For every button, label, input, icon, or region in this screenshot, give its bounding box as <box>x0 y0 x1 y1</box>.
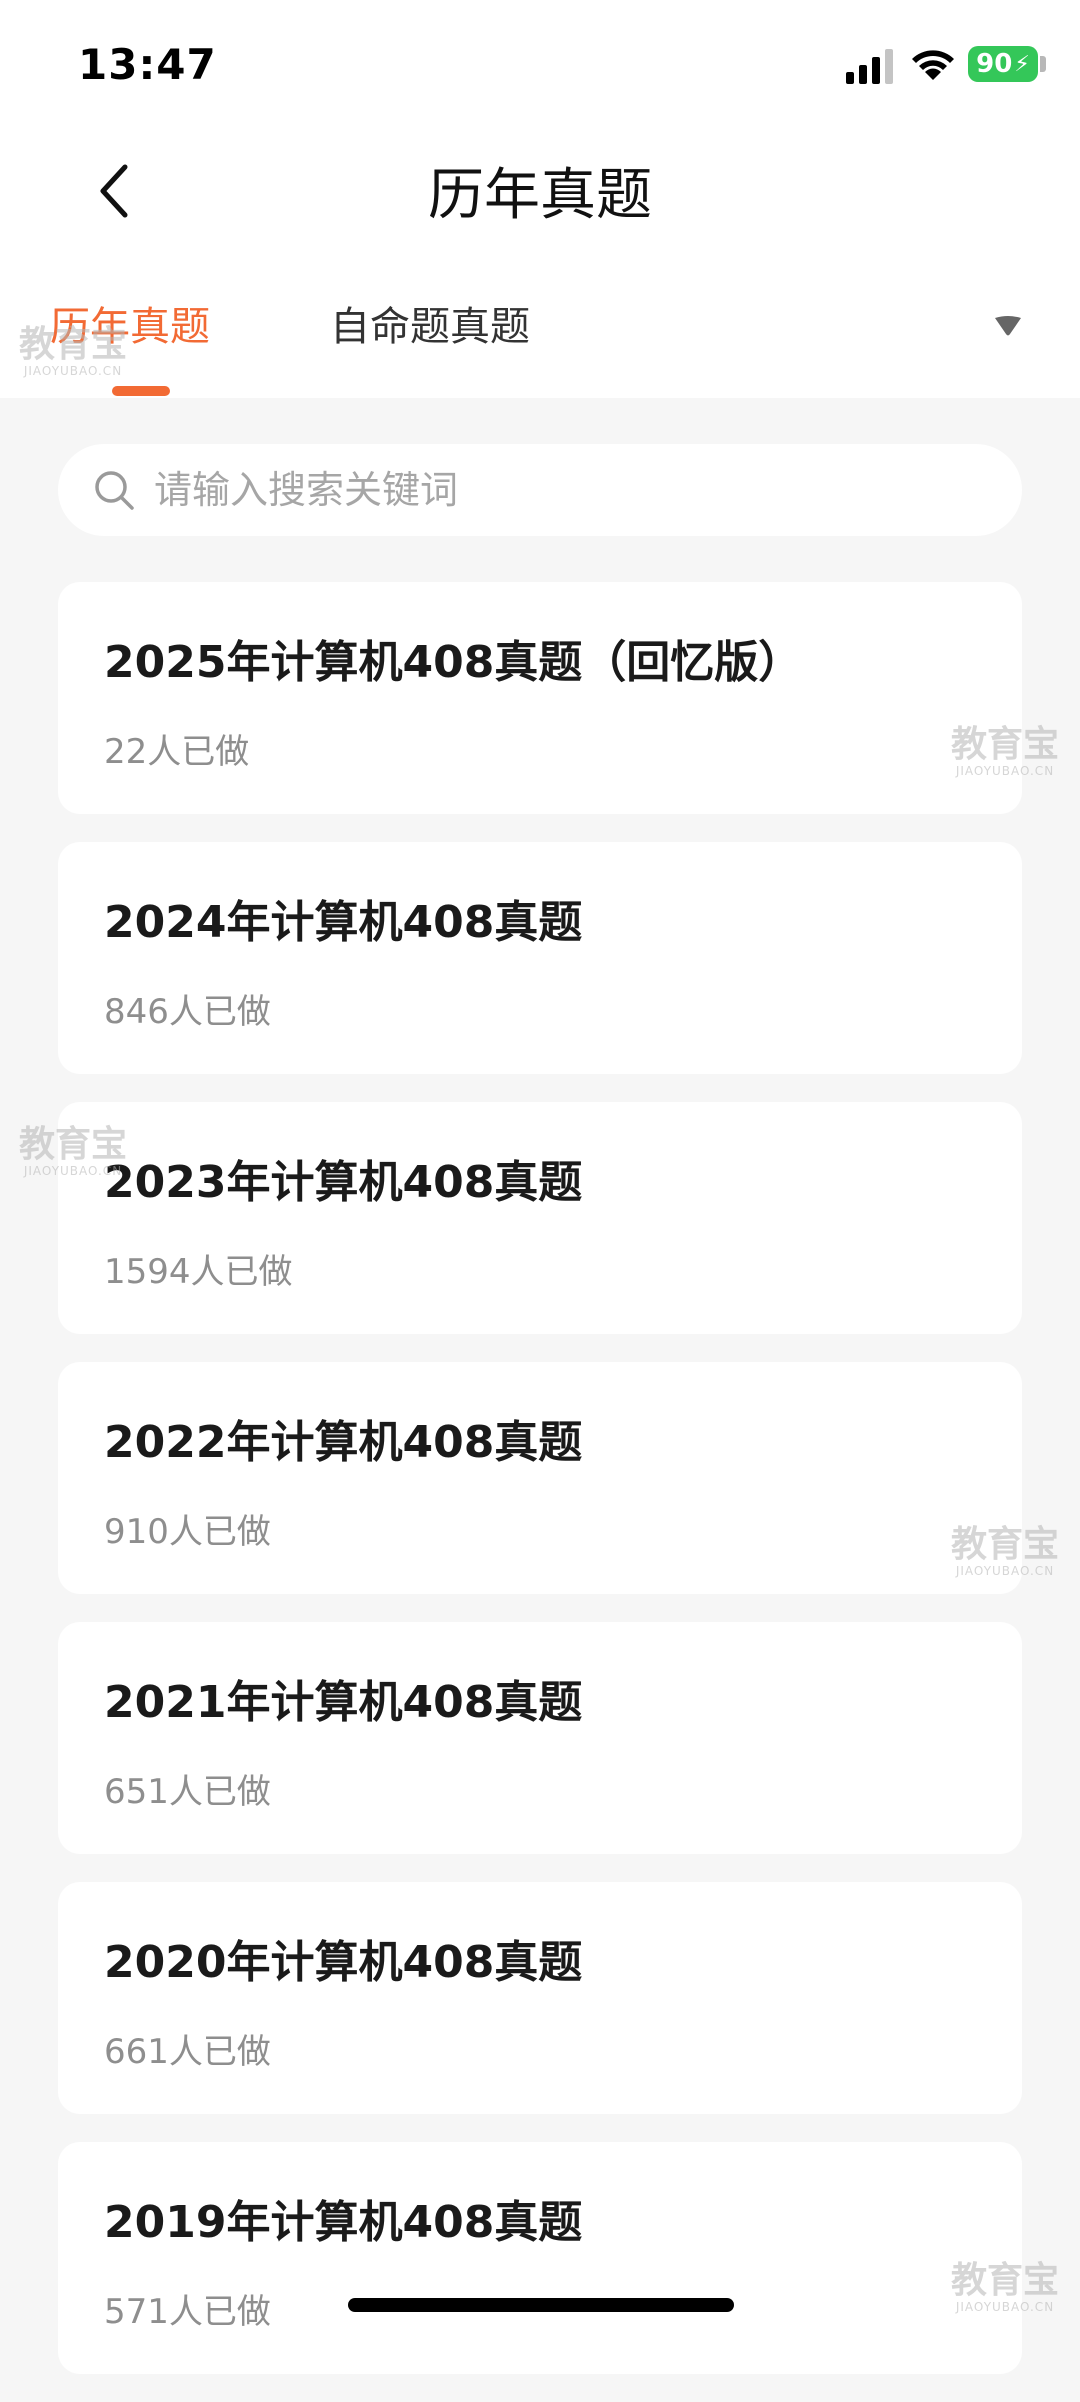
watermark-subtext: JIAOYUBAO.CN <box>955 2300 1055 2314</box>
signal-icon <box>846 48 896 84</box>
tab-self-exams[interactable]: 自命题真题 <box>330 294 530 352</box>
tab-dropdown-button[interactable] <box>992 314 1024 338</box>
search-input[interactable] <box>154 444 994 536</box>
watermark-logo: 教育宝 JIAOYUBAO.CN <box>18 324 128 379</box>
item-count: 661人已做 <box>104 2032 271 2072</box>
list-item[interactable]: 2022年计算机408真题 910人已做 <box>58 1362 1022 1594</box>
item-title: 2024年计算机408真题 <box>104 897 583 948</box>
watermark-text: 教育宝 <box>950 724 1059 765</box>
status-time: 13:47 <box>78 40 217 89</box>
watermark-logo: 教育宝 JIAOYUBAO.CN <box>18 1124 128 1179</box>
watermark-text: 教育宝 <box>950 1524 1059 1565</box>
list-item[interactable]: 2021年计算机408真题 651人已做 <box>58 1622 1022 1854</box>
item-count: 571人已做 <box>104 2292 271 2332</box>
item-count: 910人已做 <box>104 1512 271 1552</box>
back-button[interactable] <box>78 156 148 226</box>
item-count: 1594人已做 <box>104 1252 293 1292</box>
watermark-logo: 教育宝 JIAOYUBAO.CN <box>950 2260 1060 2315</box>
watermark-logo: 教育宝 JIAOYUBAO.CN <box>950 1524 1060 1579</box>
list-item[interactable]: 2019年计算机408真题 571人已做 <box>58 2142 1022 2374</box>
item-title: 2021年计算机408真题 <box>104 1677 583 1728</box>
battery-tip <box>1040 56 1046 72</box>
item-title: 2019年计算机408真题 <box>104 2197 583 2248</box>
search-bar[interactable] <box>58 444 1022 536</box>
search-icon <box>95 471 134 510</box>
header-area: 13:47 90 ⚡ 历年真题 历年真题 自命题真题 <box>0 0 1080 398</box>
watermark-subtext: JIAOYUBAO.CN <box>23 1164 123 1178</box>
list-item[interactable]: 2023年计算机408真题 1594人已做 <box>58 1102 1022 1334</box>
tab-bar: 历年真题 自命题真题 <box>0 282 1080 398</box>
bolt-icon: ⚡ <box>1014 51 1030 77</box>
item-title: 2023年计算机408真题 <box>104 1157 583 1208</box>
tab-active-indicator <box>112 386 170 396</box>
list-item[interactable]: 2024年计算机408真题 846人已做 <box>58 842 1022 1074</box>
list-item[interactable]: 2020年计算机408真题 661人已做 <box>58 1882 1022 2114</box>
wifi-icon <box>910 46 956 82</box>
watermark-text: 教育宝 <box>950 2260 1059 2301</box>
caret-down-icon <box>995 316 1021 336</box>
watermark-subtext: JIAOYUBAO.CN <box>23 364 123 378</box>
battery-level: 90 <box>976 49 1013 79</box>
page-title: 历年真题 <box>428 163 652 228</box>
watermark-logo: 教育宝 JIAOYUBAO.CN <box>950 724 1060 779</box>
battery-charging-icon: 90 ⚡ <box>968 46 1038 82</box>
item-title: 2025年计算机408真题（回忆版） <box>104 637 803 688</box>
item-count: 22人已做 <box>104 732 250 772</box>
item-count: 846人已做 <box>104 992 271 1032</box>
status-bar: 13:47 90 ⚡ <box>0 0 1080 130</box>
nav-bar: 历年真题 <box>0 130 1080 250</box>
list-item[interactable]: 2025年计算机408真题（回忆版） 22人已做 <box>58 582 1022 814</box>
exam-list: 2025年计算机408真题（回忆版） 22人已做 2024年计算机408真题 8… <box>58 582 1022 2402</box>
chevron-left-icon <box>100 164 128 218</box>
home-indicator[interactable] <box>348 2298 734 2312</box>
watermark-subtext: JIAOYUBAO.CN <box>955 764 1055 778</box>
watermark-text: 教育宝 <box>18 1124 127 1165</box>
watermark-text: 教育宝 <box>18 324 127 365</box>
item-title: 2020年计算机408真题 <box>104 1937 583 1988</box>
watermark-subtext: JIAOYUBAO.CN <box>955 1564 1055 1578</box>
item-count: 651人已做 <box>104 1772 271 1812</box>
item-title: 2022年计算机408真题 <box>104 1417 583 1468</box>
